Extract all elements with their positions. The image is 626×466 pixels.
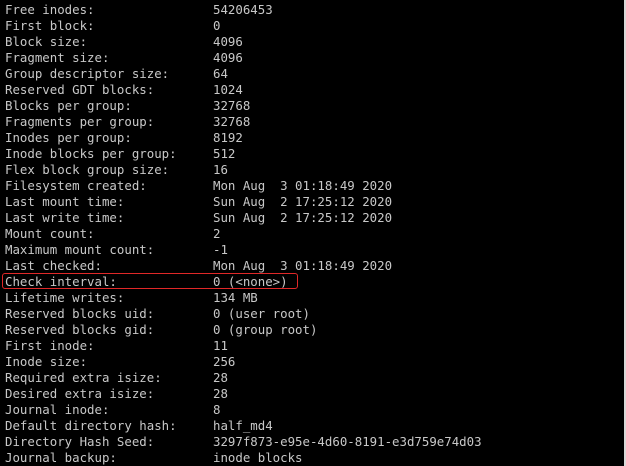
output-line: Default directory hash: half_md4 [5,418,482,434]
field-value: 32768 [213,114,251,129]
output-line: First inode: 11 [5,338,482,354]
field-name: Desired extra isize: [5,386,155,401]
output-line: Blocks per group: 32768 [5,98,482,114]
output-line: Inode blocks per group: 512 [5,146,482,162]
field-value: half_md4 [213,418,273,433]
field-value: 11 [213,338,228,353]
field-value: 1024 [213,82,243,97]
field-name: Fragments per group: [5,114,155,129]
field-name: Mount count: [5,226,95,241]
field-name: Inode size: [5,354,88,369]
output-line: Inodes per group: 8192 [5,130,482,146]
output-line: Lifetime writes: 134 MB [5,290,482,306]
field-name: First inode: [5,338,95,353]
field-value: Mon Aug 3 01:18:49 2020 [213,178,393,193]
field-name: Block size: [5,34,88,49]
field-value: 32768 [213,98,251,113]
field-value: 8 [213,402,221,417]
output-line: Required extra isize: 28 [5,370,482,386]
field-value: 134 MB [213,290,258,305]
output-line: Free inodes: 54206453 [5,2,482,18]
output-line: First block: 0 [5,18,482,34]
output-line: Last mount time: Sun Aug 2 17:25:12 2020 [5,194,482,210]
field-name: First block: [5,18,95,33]
field-name: Blocks per group: [5,98,132,113]
field-name: Last write time: [5,210,125,225]
field-value: 4096 [213,34,243,49]
field-value: 16 [213,162,228,177]
field-name: Reserved blocks uid: [5,306,155,321]
tune2fs-output: Free inodes: 54206453 First block: 0 Block s… [5,2,482,466]
field-name: Journal backup: [5,450,117,465]
field-value: 4096 [213,50,243,65]
field-value: Sun Aug 2 17:25:12 2020 [213,210,393,225]
field-name: Last mount time: [5,194,125,209]
field-name: Reserved blocks gid: [5,322,155,337]
terminal-window[interactable]: Free inodes: 54206453 First block: 0 Block s… [0,0,626,466]
output-line: Fragments per group: 32768 [5,114,482,130]
field-name: Group descriptor size: [5,66,170,81]
field-name: Default directory hash: [5,418,177,433]
field-value: 0 (user root) [213,306,310,321]
output-line: Reserved GDT blocks: 1024 [5,82,482,98]
field-name: Free inodes: [5,2,95,17]
output-line: Last checked: Mon Aug 3 01:18:49 2020 [5,258,482,274]
field-name: Required extra isize: [5,370,162,385]
output-line: Flex block group size: 16 [5,162,482,178]
field-value: 64 [213,66,228,81]
check-interval-highlight [2,273,298,289]
field-name: Last checked: [5,258,102,273]
field-name: Filesystem created: [5,178,147,193]
field-name: Inodes per group: [5,130,132,145]
field-value: Sun Aug 2 17:25:12 2020 [213,194,393,209]
field-value: 256 [213,354,236,369]
output-line: Directory Hash Seed: 3297f873-e95e-4d60-8… [5,434,482,450]
field-value: 0 (group root) [213,322,318,337]
field-value: 512 [213,146,236,161]
field-value: Mon Aug 3 01:18:49 2020 [213,258,393,273]
field-name: Journal inode: [5,402,110,417]
output-line: Inode size: 256 [5,354,482,370]
output-line: Journal backup: inode blocks [5,450,482,466]
field-value: 3297f873-e95e-4d60-8191-e3d759e74d03 [213,434,482,449]
field-value: -1 [213,242,228,257]
output-line: Fragment size: 4096 [5,50,482,66]
output-line: Filesystem created: Mon Aug 3 01:18:49 20… [5,178,482,194]
output-line: Last write time: Sun Aug 2 17:25:12 2020 [5,210,482,226]
field-name: Fragment size: [5,50,110,65]
field-value: 28 [213,370,228,385]
field-name: Flex block group size: [5,162,170,177]
field-name: Reserved GDT blocks: [5,82,155,97]
output-line: Journal inode: 8 [5,402,482,418]
field-value: 54206453 [213,2,273,17]
field-value: 28 [213,386,228,401]
output-line: Mount count: 2 [5,226,482,242]
field-name: Inode blocks per group: [5,146,177,161]
field-value: 8192 [213,130,243,145]
field-name: Directory Hash Seed: [5,434,155,449]
output-line: Maximum mount count: -1 [5,242,482,258]
output-line: Group descriptor size: 64 [5,66,482,82]
field-value: 0 [213,18,221,33]
field-value: inode blocks [213,450,303,465]
output-line: Desired extra isize: 28 [5,386,482,402]
field-name: Lifetime writes: [5,290,125,305]
output-line: Block size: 4096 [5,34,482,50]
output-line: Reserved blocks gid: 0 (group root) [5,322,482,338]
field-value: 2 [213,226,221,241]
output-line: Reserved blocks uid: 0 (user root) [5,306,482,322]
field-name: Maximum mount count: [5,242,155,257]
